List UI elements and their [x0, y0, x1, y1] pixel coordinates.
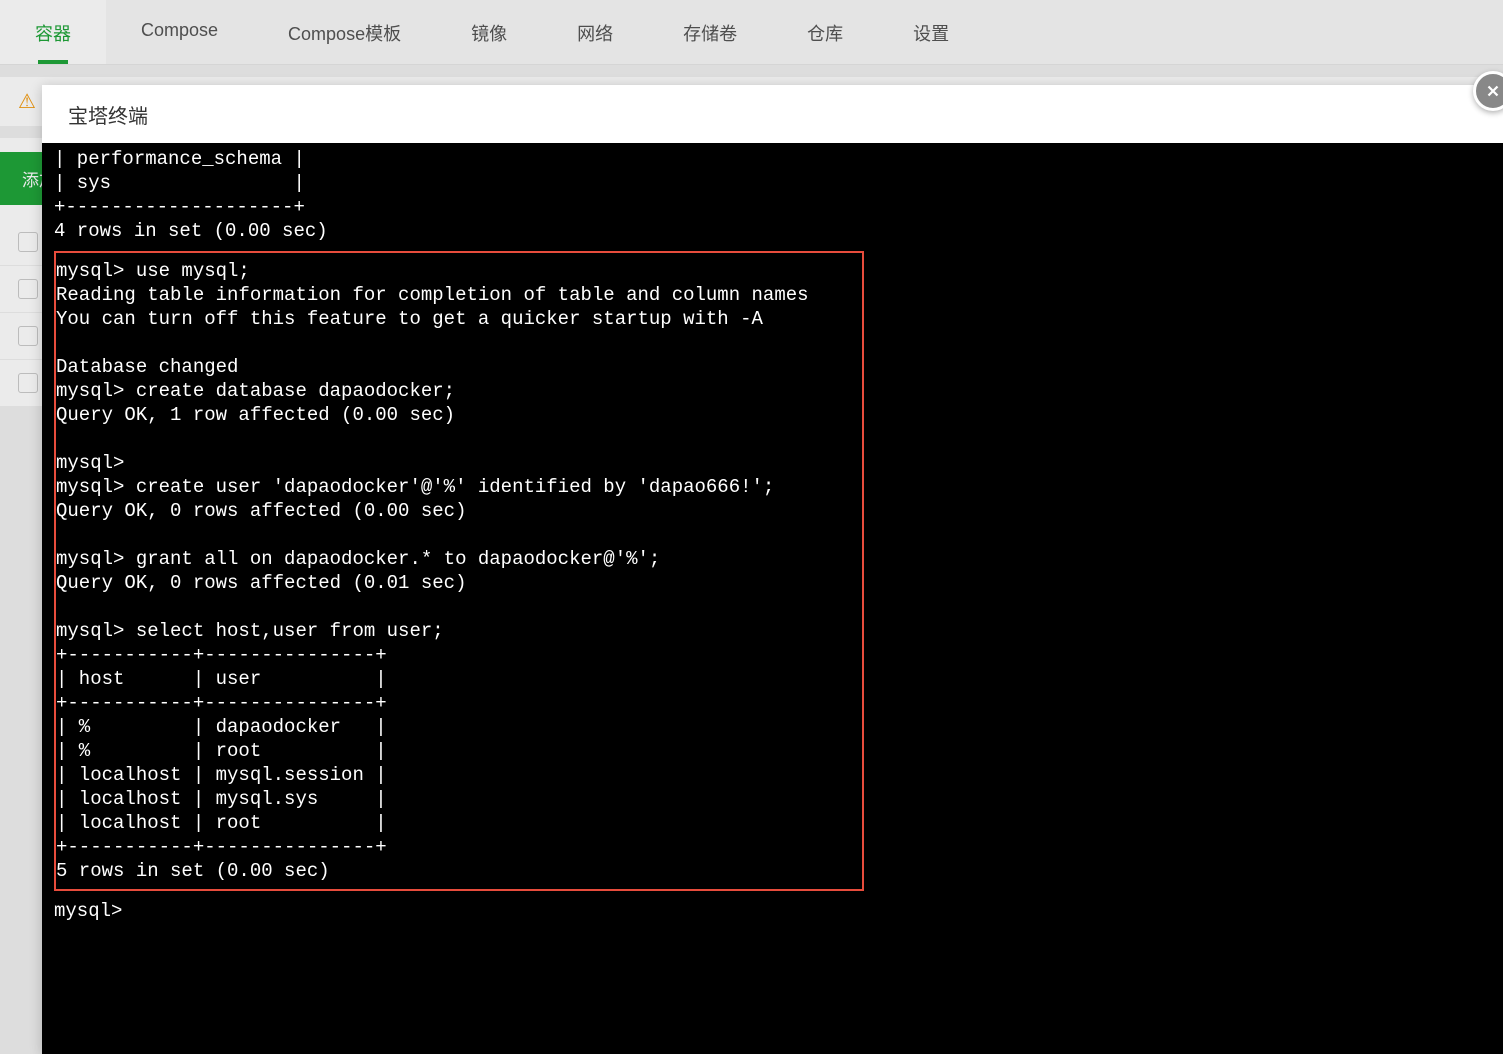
highlighted-commands: mysql> use mysql; Reading table informat…	[54, 251, 864, 891]
terminal-post: mysql>	[54, 900, 122, 922]
terminal-modal: 宝塔终端 | performance_schema | | sys | +---…	[42, 85, 1503, 1054]
close-icon	[1484, 82, 1502, 100]
terminal-output[interactable]: | performance_schema | | sys | +--------…	[42, 143, 1503, 1054]
terminal-boxed: mysql> use mysql; Reading table informat…	[56, 260, 809, 882]
modal-title: 宝塔终端	[68, 100, 148, 129]
terminal-wrap: | performance_schema | | sys | +--------…	[42, 143, 1503, 1054]
terminal-pre: | performance_schema | | sys | +--------…	[54, 148, 328, 242]
modal-header: 宝塔终端	[42, 85, 1503, 143]
